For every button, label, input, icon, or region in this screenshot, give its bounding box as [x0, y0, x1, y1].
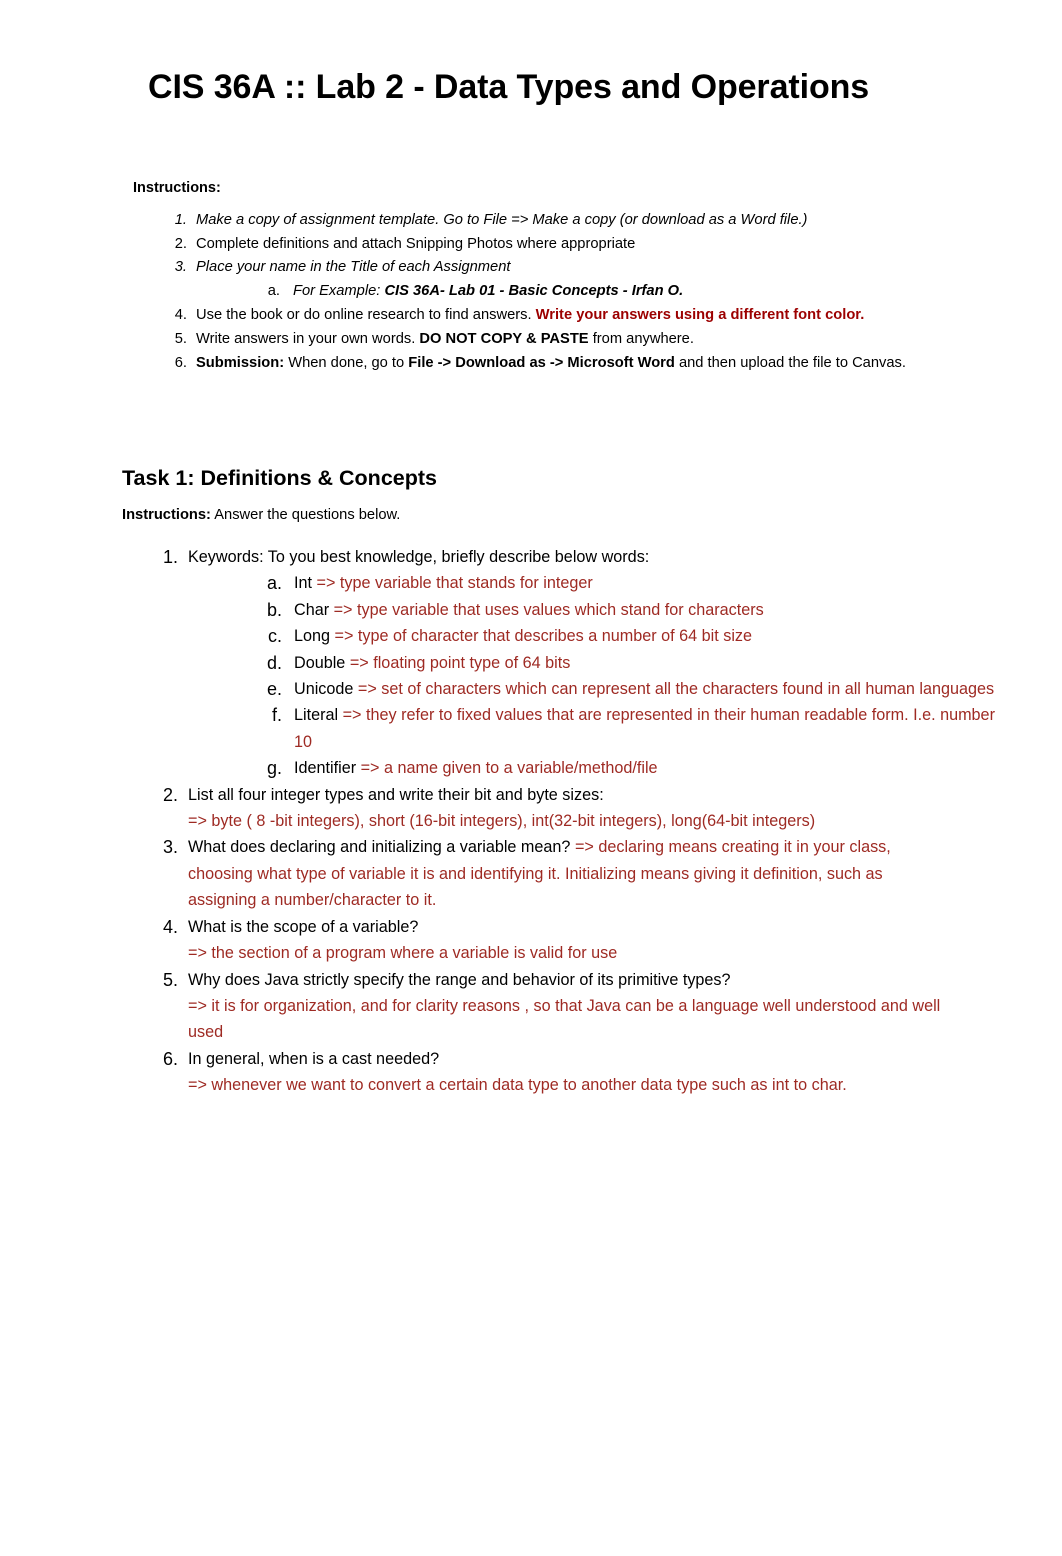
question-item-1: 1. Keywords: To you best knowledge, brie… — [152, 544, 995, 782]
keyword-term: Literal — [294, 706, 339, 725]
list-marker: b. — [266, 599, 282, 620]
list-marker: 5. — [174, 330, 187, 347]
list-marker: f. — [271, 705, 282, 726]
keyword-term: Identifier — [294, 759, 357, 778]
keyword-answer: => set of characters which can represent… — [357, 680, 995, 699]
list-marker: a. — [266, 573, 282, 594]
question-prompt: List all four integer types and write th… — [188, 785, 604, 804]
list-marker: 2. — [174, 235, 187, 252]
question-prompt: What is the scope of a variable? — [188, 917, 419, 936]
keyword-item-g: g. Identifier => a name given to a varia… — [256, 755, 996, 781]
instructions-subitem-a: a. For Example: CIS 36A- Lab 01 - Basic … — [256, 280, 933, 304]
instructions-heading: Instructions: — [133, 180, 221, 196]
keyword-term: Double — [294, 653, 346, 672]
keyword-answer: => they refer to fixed values that are r… — [294, 706, 995, 751]
instructions-section: Instructions: 1. Make a copy of assignme… — [0, 178, 1062, 375]
keyword-item-b: b. Char => type variable that uses value… — [256, 597, 996, 623]
question-answer: => it is for organization, and for clari… — [188, 996, 941, 1042]
keyword-term: Long — [294, 627, 331, 646]
page-title: CIS 36A :: Lab 2 - Data Types and Operat… — [148, 68, 870, 106]
instructions-item-6: 6. Submission: When done, go to File -> … — [163, 352, 933, 376]
no-copy-paste-emphasis: DO NOT COPY & PASTE — [419, 330, 589, 347]
task1-questions-section: 1. Keywords: To you best knowledge, brie… — [0, 544, 1062, 1099]
keyword-item-a: a. Int => type variable that stands for … — [256, 570, 996, 596]
question-prompt: Keywords: To you best knowledge, briefly… — [188, 548, 650, 566]
task1-instructions: Instructions: Answer the questions below… — [122, 504, 400, 528]
keyword-list: a. Int => type variable that stands for … — [188, 570, 995, 781]
instructions-item-4: 4. Use the book or do online research to… — [163, 304, 933, 328]
list-marker: 5. — [162, 969, 178, 990]
list-marker: 4. — [162, 916, 178, 937]
instructions-list: 1. Make a copy of assignment template. G… — [0, 209, 1062, 376]
instructions-item-text: Complete definitions and attach Snipping… — [196, 235, 636, 252]
example-value: CIS 36A- Lab 01 - Basic Concepts - Irfan… — [384, 283, 684, 300]
list-marker: 3. — [174, 259, 187, 276]
question-item-2: 2. List all four integer types and write… — [152, 782, 952, 835]
instructions-item-tail: from anywhere. — [592, 330, 694, 347]
list-marker: 6. — [174, 354, 187, 371]
keyword-item-c: c. Long => type of character that descri… — [256, 623, 996, 649]
task1-heading: Task 1: Definitions & Concepts — [122, 466, 437, 490]
submission-label: Submission: — [196, 354, 285, 371]
question-prompt: Why does Java strictly specify the range… — [188, 970, 731, 989]
download-path-emphasis: File -> Download as -> Microsoft Word — [408, 354, 675, 371]
keyword-item-e: e. Unicode => set of characters which ca… — [256, 676, 996, 702]
list-marker: 2. — [162, 784, 178, 805]
task1-instructions-text: Answer the questions below. — [214, 507, 401, 523]
instructions-item-2: 2. Complete definitions and attach Snipp… — [163, 233, 933, 257]
font-color-emphasis: Write your answers using a different fon… — [535, 307, 865, 323]
keyword-term: Char — [294, 600, 330, 619]
question-item-5: 5. Why does Java strictly specify the ra… — [152, 967, 952, 1046]
instructions-item-1: 1. Make a copy of assignment template. G… — [163, 209, 933, 233]
list-marker: c. — [267, 626, 282, 647]
question-prompt: What does declaring and initializing a v… — [188, 838, 571, 857]
task1-instructions-label: Instructions: — [122, 507, 211, 523]
keyword-answer: => floating point type of 64 bits — [349, 653, 571, 672]
list-marker: d. — [266, 652, 282, 673]
instructions-item-text: Place your name in the Title of each Ass… — [196, 259, 511, 276]
keyword-term: Int — [294, 574, 312, 593]
instructions-item-text: Make a copy of assignment template. Go t… — [196, 211, 808, 228]
list-marker: 4. — [174, 307, 187, 323]
list-marker: e. — [266, 679, 282, 700]
keyword-term: Unicode — [294, 680, 354, 699]
document-page: CIS 36A :: Lab 2 - Data Types and Operat… — [0, 0, 1062, 1556]
question-item-4: 4. What is the scope of a variable? => t… — [152, 914, 952, 967]
example-label: For Example: — [293, 283, 381, 300]
list-marker: g. — [266, 758, 282, 779]
question-prompt: In general, when is a cast needed? — [188, 1049, 440, 1068]
question-answer: => the section of a program where a vari… — [188, 944, 618, 963]
instructions-item-5: 5. Write answers in your own words. DO N… — [163, 328, 933, 352]
keyword-answer: => type variable that stands for integer — [316, 574, 593, 593]
keyword-answer: => type of character that describes a nu… — [334, 627, 753, 646]
question-item-6: 6. In general, when is a cast needed? =>… — [152, 1046, 952, 1099]
list-marker: a. — [267, 283, 280, 300]
list-marker: 3. — [162, 837, 178, 858]
keyword-answer: => a name given to a variable/method/fil… — [360, 759, 658, 778]
question-answer: => whenever we want to convert a certain… — [188, 1076, 847, 1095]
task1-question-list: 1. Keywords: To you best knowledge, brie… — [0, 544, 1062, 1099]
instructions-sublist: a. For Example: CIS 36A- Lab 01 - Basic … — [196, 280, 933, 304]
instructions-item-text: Use the book or do online research to fi… — [196, 307, 532, 323]
list-marker: 1. — [174, 211, 187, 228]
instructions-item-tail: and then upload the file to Canvas. — [678, 354, 906, 371]
instructions-item-lead: Write answers in your own words. — [196, 330, 416, 347]
instructions-item-lead: When done, go to — [288, 354, 405, 371]
keyword-answer: => type variable that uses values which … — [333, 600, 764, 619]
question-answer: => byte ( 8 -bit integers), short (16-bi… — [188, 812, 816, 831]
list-marker: 6. — [162, 1048, 178, 1069]
keyword-item-d: d. Double => floating point type of 64 b… — [256, 650, 996, 676]
question-item-3: 3. What does declaring and initializing … — [152, 834, 952, 913]
instructions-item-3: 3. Place your name in the Title of each … — [163, 256, 933, 304]
keyword-item-f: f. Literal => they refer to fixed values… — [256, 702, 996, 755]
list-marker: 1. — [162, 547, 178, 567]
